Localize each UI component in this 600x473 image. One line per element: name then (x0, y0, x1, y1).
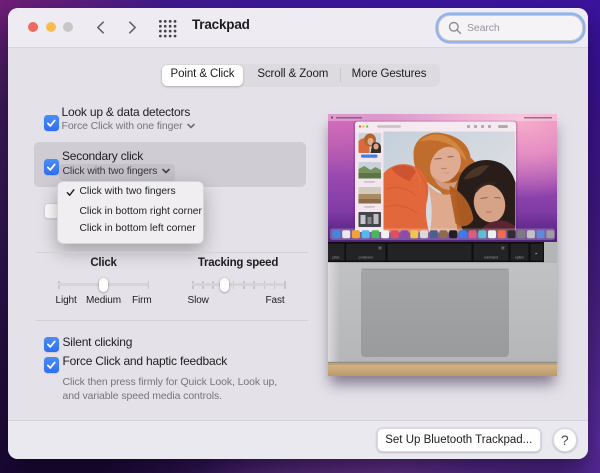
svg-text:⌘: ⌘ (501, 246, 505, 251)
svg-text:ption: ption (333, 256, 340, 260)
svg-text:command: command (484, 256, 498, 260)
svg-text:⌘: ⌘ (378, 246, 382, 251)
svg-text:command: command (359, 256, 373, 260)
svg-text:▸: ▸ (536, 252, 538, 256)
svg-text:option: option (515, 256, 524, 260)
